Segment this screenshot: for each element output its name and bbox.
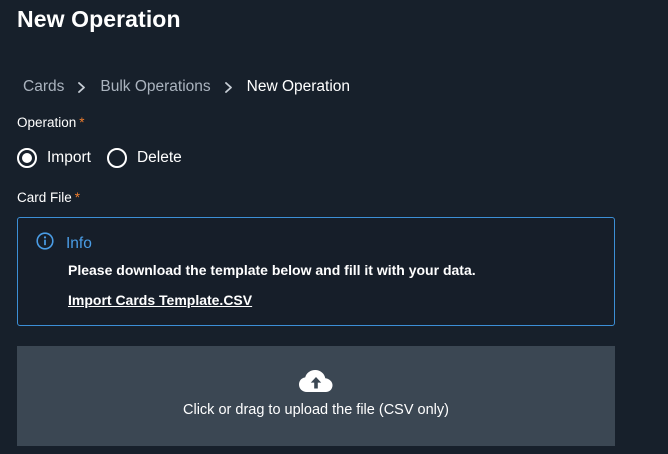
breadcrumb-current: New Operation (246, 78, 351, 95)
radio-delete-label[interactable]: Delete (137, 149, 182, 167)
operation-label-text: Operation (17, 115, 77, 130)
chevron-right-icon (222, 77, 236, 97)
cloud-upload-icon (298, 369, 334, 398)
radio-import[interactable]: Import (17, 148, 91, 168)
upload-instructions: Click or drag to upload the file (CSV on… (183, 402, 449, 418)
page: New Operation Cards Bulk Operations New … (0, 0, 668, 454)
breadcrumb-bulk-operations[interactable]: Bulk Operations (100, 78, 210, 96)
required-mark: * (74, 190, 81, 205)
radio-delete-circle[interactable] (106, 148, 127, 168)
breadcrumb-cards[interactable]: Cards (23, 78, 64, 96)
chevron-right-icon (75, 77, 89, 97)
info-alert: Info Please download the template below … (17, 217, 615, 326)
operation-label: Operation * (17, 115, 85, 130)
template-download-link[interactable]: Import Cards Template.CSV (68, 292, 252, 308)
card-file-label-text: Card File (17, 190, 72, 205)
file-upload-dropzone[interactable]: Click or drag to upload the file (CSV on… (17, 346, 615, 446)
info-alert-header: Info (36, 232, 92, 255)
required-mark: * (79, 115, 85, 130)
page-title: New Operation (17, 6, 181, 32)
card-file-label: Card File * (17, 190, 80, 205)
info-alert-title: Info (66, 234, 92, 252)
radio-import-label[interactable]: Import (47, 149, 91, 167)
info-alert-message: Please download the template below and f… (68, 262, 476, 278)
info-circle-icon (36, 232, 54, 255)
radio-delete[interactable]: Delete (106, 148, 182, 168)
breadcrumb: Cards Bulk Operations New Operation (23, 77, 350, 97)
radio-import-circle[interactable] (17, 148, 37, 168)
operation-radio-group: Import Delete (17, 147, 182, 169)
